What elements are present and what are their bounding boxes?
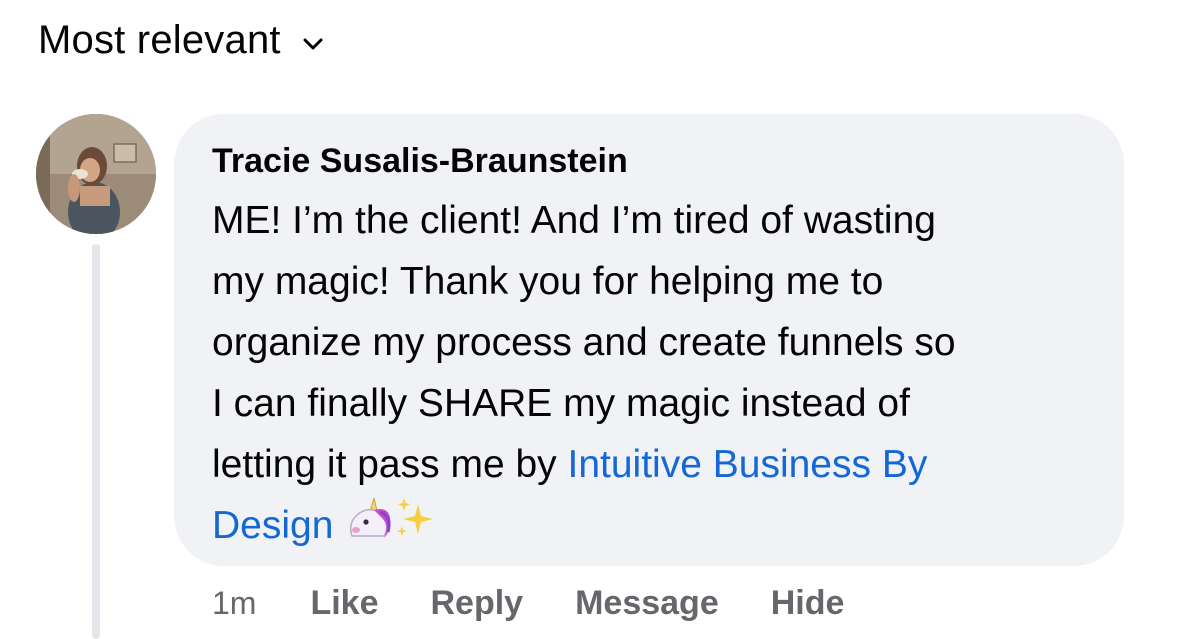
like-button[interactable]: Like <box>310 584 378 623</box>
thread-line <box>92 244 100 639</box>
avatar[interactable] <box>36 114 156 234</box>
page-mention-link-continued[interactable]: Design <box>212 504 333 547</box>
comment-timestamp[interactable]: 1m <box>212 585 256 622</box>
hide-button[interactable]: Hide <box>771 584 845 623</box>
unicorn-emoji-icon <box>344 496 394 560</box>
comment-author[interactable]: Tracie Susalis-Braunstein <box>212 138 1094 184</box>
avatar-photo <box>36 114 156 234</box>
message-button[interactable]: Message <box>575 584 719 623</box>
comment-bubble: Tracie Susalis-Braunstein ME! I’m the cl… <box>174 114 1124 566</box>
comment-actions: 1m Like Reply Message Hide <box>212 584 896 623</box>
reply-button[interactable]: Reply <box>431 584 524 623</box>
comment-line: my magic! Thank you for helping me to <box>212 260 884 303</box>
sort-dropdown[interactable]: Most relevant <box>38 18 323 63</box>
comment-text: ME! I’m the client! And I’m tired of was… <box>212 190 1094 560</box>
sparkles-emoji-icon <box>394 496 438 560</box>
sort-label: Most relevant <box>38 18 281 62</box>
comment-line: ME! I’m the client! And I’m tired of was… <box>212 199 936 242</box>
chevron-down-icon <box>303 37 323 51</box>
comment-line: I can finally SHARE my magic instead of <box>212 382 910 425</box>
comment-line: letting it pass me by <box>212 443 568 486</box>
page-mention-link[interactable]: Intuitive Business By <box>568 443 928 486</box>
comment-line: organize my process and create funnels s… <box>212 321 956 364</box>
